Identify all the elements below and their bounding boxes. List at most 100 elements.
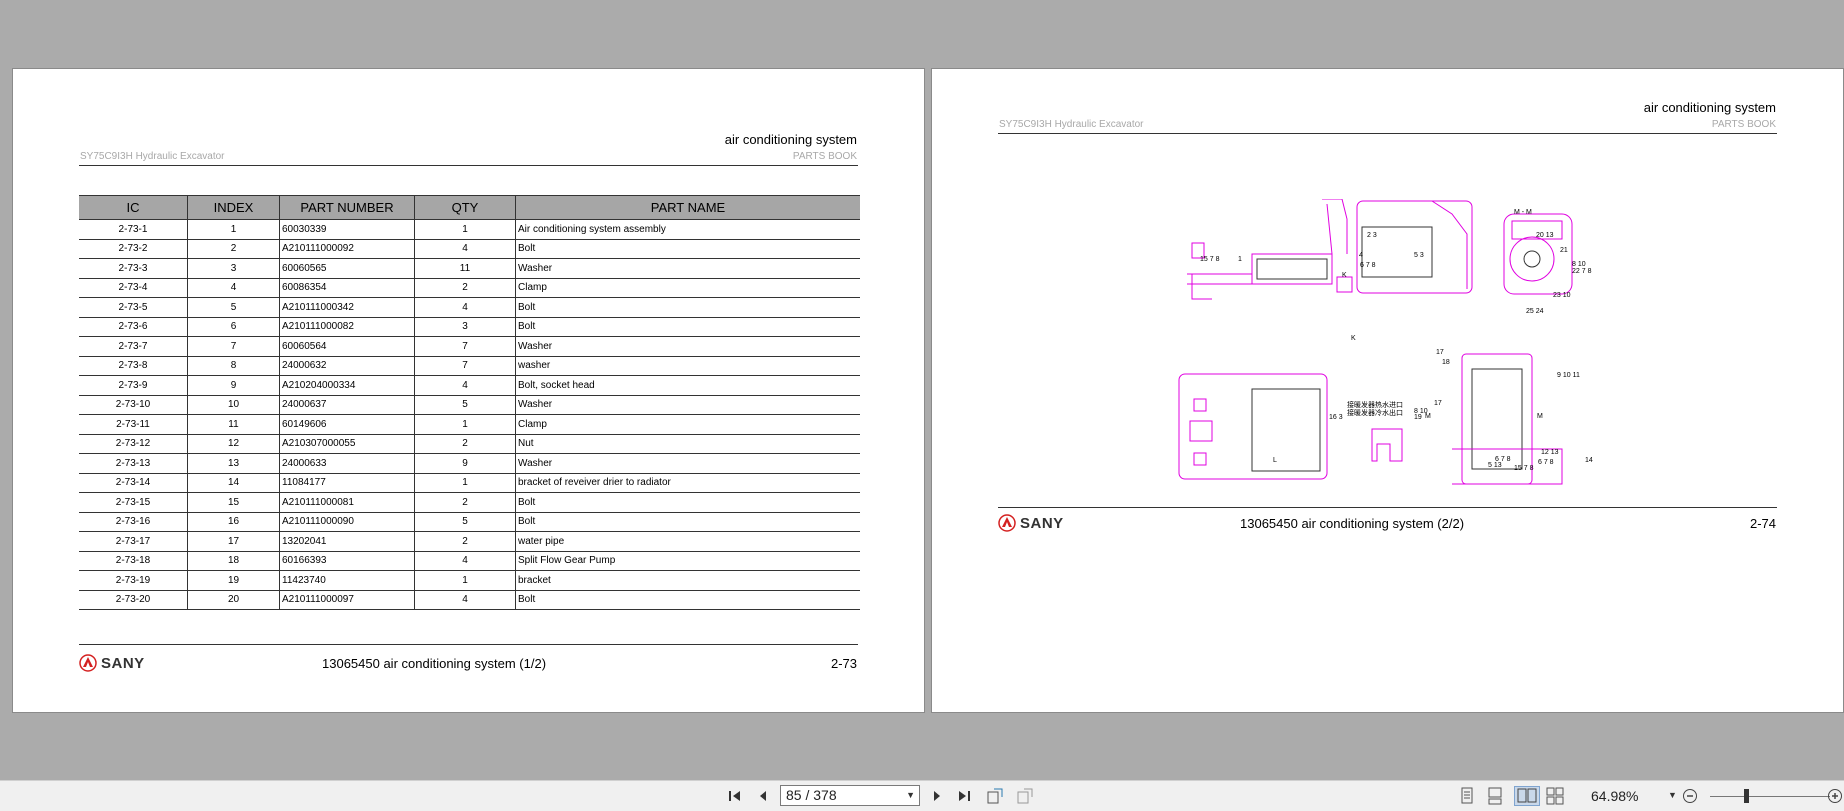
drawing-callout-label: 6 7 8 — [1360, 262, 1376, 269]
drawing-callout-label: 14 — [1585, 457, 1593, 464]
cell-part-number: 60060564 — [279, 336, 415, 357]
cell-index: 4 — [187, 278, 280, 298]
table-row: 2-73-13 13 24000633 9 Washer — [79, 453, 860, 474]
col-header-part-number: PART NUMBER — [279, 195, 415, 220]
cell-ic: 2-73-6 — [79, 317, 188, 337]
cell-qty: 4 — [414, 239, 516, 259]
cell-qty: 2 — [414, 531, 516, 552]
cell-part-name: Clamp — [515, 414, 860, 435]
cell-part-number: 60060565 — [279, 258, 415, 279]
cell-ic: 2-73-4 — [79, 278, 188, 298]
cell-part-number: A210111000081 — [279, 492, 415, 513]
cell-part-number: 60086354 — [279, 278, 415, 298]
drawing-callout-label: 2 3 — [1367, 232, 1377, 239]
drawing-cn-label: 接暖发器冷水出口 — [1347, 408, 1403, 417]
cell-index: 1 — [187, 219, 280, 240]
table-row: 2-73-16 16 A210111000090 5 Bolt — [79, 512, 860, 532]
cell-part-number: A210111000090 — [279, 512, 415, 532]
last-page-icon[interactable] — [955, 787, 973, 805]
drawing-callout-label: 4 — [1359, 252, 1363, 259]
sany-logo-icon — [998, 514, 1016, 532]
cell-index: 3 — [187, 258, 280, 279]
col-header-index: INDEX — [187, 195, 280, 220]
zoom-slider-track[interactable] — [1710, 796, 1830, 797]
page-number: 2-74 — [1749, 516, 1776, 531]
cell-part-name: Air conditioning system assembly — [515, 219, 860, 240]
cell-qty: 4 — [414, 590, 516, 610]
cell-ic: 2-73-18 — [79, 551, 188, 571]
first-page-icon[interactable] — [726, 787, 744, 805]
zoom-level[interactable]: 64.98% — [1591, 788, 1638, 804]
cell-ic: 2-73-13 — [79, 453, 188, 474]
cell-ic: 2-73-17 — [79, 531, 188, 552]
parts-drawing: 15 7 8 1 2 3 4 5 3 6 7 8 K M - M 20 13 21 8 1022 7… — [1178, 199, 1593, 485]
cell-qty: 7 — [414, 356, 516, 376]
cell-ic: 2-73-14 — [79, 473, 188, 493]
table-row: 2-73-15 15 A210111000081 2 Bolt — [79, 492, 860, 513]
zoom-dropdown-icon[interactable]: ▼ — [1668, 790, 1677, 800]
footer-divider — [998, 507, 1777, 508]
cell-ic: 2-73-20 — [79, 590, 188, 610]
cell-qty: 1 — [414, 219, 516, 240]
duct-shape — [1187, 273, 1252, 300]
cell-part-name: Split Flow Gear Pump — [515, 551, 860, 571]
cell-part-name: Bolt, socket head — [515, 375, 860, 396]
table-row: 2-73-6 6 A210111000082 3 Bolt — [79, 317, 860, 337]
cell-part-number: 60166393 — [279, 551, 415, 571]
cab-rear-shape — [1431, 200, 1468, 289]
header-book: PARTS BOOK — [792, 151, 857, 162]
cell-part-number: 24000633 — [279, 453, 415, 474]
drawing-callout-label: K — [1342, 272, 1347, 279]
zoom-slider-thumb[interactable] — [1743, 789, 1749, 803]
cell-part-number: 11084177 — [279, 473, 415, 493]
cell-ic: 2-73-7 — [79, 336, 188, 357]
cell-part-number: A210111000092 — [279, 239, 415, 259]
cell-qty: 5 — [414, 512, 516, 532]
page-number-input[interactable]: 85 / 378 ▼ — [780, 785, 920, 806]
drawing-callout-label: 1 — [1238, 256, 1242, 263]
drawing-callout-label: M - M — [1514, 209, 1532, 216]
frame-unit-shape — [1251, 388, 1321, 472]
next-view-icon[interactable] — [1016, 787, 1034, 805]
drawing-callout-label: 22 7 8 — [1572, 268, 1592, 275]
cell-part-name: Washer — [515, 336, 860, 357]
two-page-continuous-view-icon[interactable] — [1546, 787, 1564, 805]
cell-qty: 5 — [414, 395, 516, 415]
table-row: 2-73-18 18 60166393 4 Split Flow Gear Pump — [79, 551, 860, 571]
table-row: 2-73-19 19 11423740 1 bracket — [79, 570, 860, 591]
header-model: SY75C9I3H Hydraulic Excavator — [80, 151, 225, 162]
cell-part-name: Washer — [515, 453, 860, 474]
zoom-in-icon[interactable] — [1826, 787, 1844, 805]
continuous-view-icon[interactable] — [1486, 787, 1504, 805]
cell-index: 18 — [187, 551, 280, 571]
viewer-toolbar: 85 / 378 ▼ 64.98% ▼ — [0, 780, 1844, 811]
header-title: air conditioning system — [1643, 100, 1776, 115]
engine-pulley-shape — [1509, 236, 1555, 282]
chevron-down-icon[interactable]: ▼ — [906, 786, 915, 805]
zoom-out-icon[interactable] — [1681, 787, 1699, 805]
cell-ic: 2-73-12 — [79, 434, 188, 454]
cell-part-number: 11423740 — [279, 570, 415, 591]
two-page-view-icon[interactable] — [1514, 786, 1540, 806]
col-header-qty: QTY — [414, 195, 516, 220]
table-row: 2-73-20 20 A210111000097 4 Bolt — [79, 590, 860, 610]
drawing-callout-label: 6 7 8 — [1538, 459, 1554, 466]
prev-page-icon[interactable] — [754, 787, 772, 805]
cell-ic: 2-73-9 — [79, 375, 188, 396]
cell-ic: 2-73-8 — [79, 356, 188, 376]
previous-view-icon[interactable] — [986, 787, 1004, 805]
table-row: 2-73-17 17 13202041 2 water pipe — [79, 531, 860, 552]
bracket-shape — [1371, 428, 1403, 462]
cell-ic: 2-73-15 — [79, 492, 188, 513]
drawing-callout-label: 23 10 — [1553, 292, 1571, 299]
document-page-right: air conditioning system SY75C9I3H Hydrau… — [931, 68, 1844, 713]
cell-index: 10 — [187, 395, 280, 415]
logo-text: SANY — [101, 654, 145, 672]
drawing-callout-label: 15 7 8 — [1200, 256, 1220, 263]
cell-part-name: Washer — [515, 395, 860, 415]
single-page-view-icon[interactable] — [1458, 787, 1476, 805]
cell-qty: 4 — [414, 375, 516, 396]
next-page-icon[interactable] — [928, 787, 946, 805]
cell-part-name: Bolt — [515, 492, 860, 513]
drawing-callout-label: 12 13 — [1541, 449, 1559, 456]
